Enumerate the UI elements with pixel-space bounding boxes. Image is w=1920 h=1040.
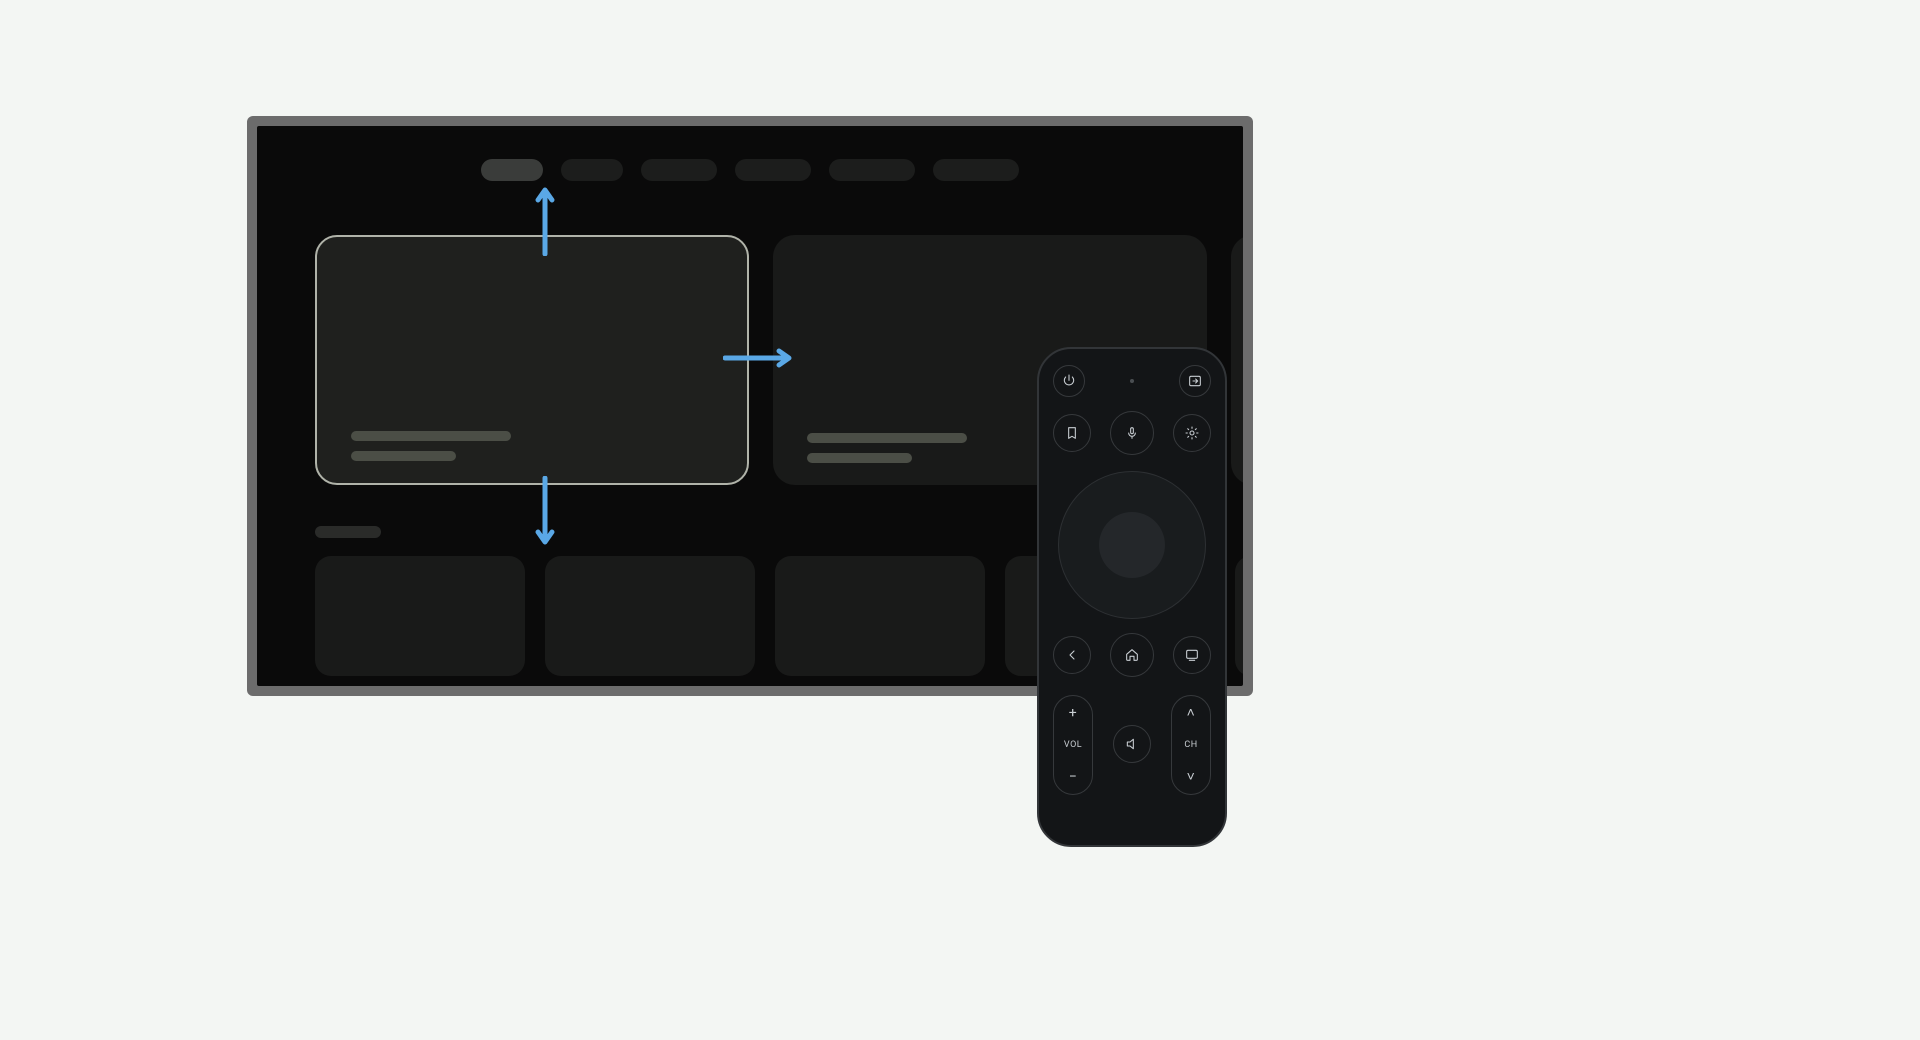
tab-item-selected[interactable] [481,159,543,181]
channel-up-icon: ˄ [1187,706,1196,720]
placeholder-line [807,433,967,443]
content-tile[interactable] [545,556,755,676]
tab-item[interactable] [735,159,811,181]
section-label [315,526,381,538]
dpad[interactable] [1058,471,1206,619]
mute-button[interactable] [1113,725,1151,763]
content-tile[interactable] [315,556,525,676]
channel-down-icon: ˅ [1187,770,1196,784]
tab-item[interactable] [641,159,717,181]
tab-item[interactable] [933,159,1019,181]
placeholder-line [807,453,912,463]
placeholder-line [351,431,511,441]
volume-down-icon: − [1069,770,1078,784]
content-tile[interactable] [775,556,985,676]
content-tile[interactable] [1235,556,1243,676]
placeholder-line [351,451,456,461]
channel-rocker[interactable]: ˄ CH ˅ [1171,695,1211,795]
mute-icon [1124,736,1140,752]
input-button[interactable] [1179,365,1211,397]
top-tabs [257,159,1243,181]
home-icon [1124,647,1140,663]
settings-icon [1184,425,1200,441]
volume-up-icon: + [1069,706,1077,720]
settings-button[interactable] [1173,414,1211,452]
back-icon [1064,647,1080,663]
power-button[interactable] [1053,365,1085,397]
bookmark-icon [1064,425,1080,441]
back-button[interactable] [1053,636,1091,674]
remote-control: + VOL − ˄ CH ˅ [1037,347,1227,847]
power-icon [1061,373,1077,389]
bookmark-button[interactable] [1053,414,1091,452]
tab-item[interactable] [829,159,915,181]
volume-label: VOL [1064,740,1082,750]
remote-led-icon [1130,379,1134,383]
tab-item[interactable] [561,159,623,181]
voice-button[interactable] [1110,411,1154,455]
nav-arrow-right-icon [723,348,793,368]
guide-button[interactable] [1173,636,1211,674]
select-button[interactable] [1099,512,1165,578]
channel-label: CH [1184,740,1197,750]
tv-icon [1184,647,1200,663]
hero-card[interactable] [1231,235,1243,485]
volume-rocker[interactable]: + VOL − [1053,695,1093,795]
input-icon [1187,373,1203,389]
nav-arrow-up-icon [535,186,555,256]
home-button[interactable] [1110,633,1154,677]
nav-arrow-down-icon [535,476,555,546]
hero-card-focused[interactable] [315,235,749,485]
mic-icon [1124,425,1140,441]
